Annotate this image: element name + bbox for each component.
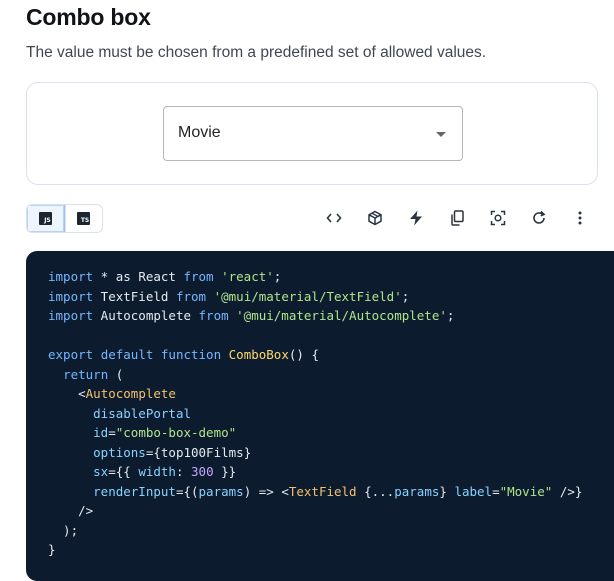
code-token: width xyxy=(138,464,176,479)
code-token: } xyxy=(243,444,252,460)
code-line: <Autocomplete xyxy=(48,384,176,403)
code-token: = xyxy=(108,425,116,440)
code-token: } xyxy=(48,542,56,557)
code-token: * as xyxy=(93,269,139,284)
code-token: return xyxy=(63,366,109,382)
code-line: } xyxy=(48,540,56,559)
language-toggle: JS TS xyxy=(26,204,103,233)
code-token: = xyxy=(492,483,500,499)
code-token: 300 xyxy=(191,464,214,479)
code-token: ; xyxy=(446,308,455,323)
code-token: label xyxy=(454,483,493,499)
code-token: } xyxy=(439,483,455,499)
js-toggle-button[interactable]: JS xyxy=(27,205,65,232)
code-token: from xyxy=(198,308,229,323)
code-token: ={ xyxy=(145,444,161,460)
code-token: /> xyxy=(48,503,94,518)
code-line: id="combo-box-demo" xyxy=(48,423,236,442)
code-token: '@mui/material/TextField' xyxy=(213,288,402,304)
code-token: disablePortal xyxy=(93,405,191,421)
reset-icon[interactable] xyxy=(529,208,549,228)
code-token: default xyxy=(100,347,154,362)
code-token: }} xyxy=(213,464,237,479)
code-token: options xyxy=(93,444,146,460)
code-token: 'react' xyxy=(221,269,274,284)
stackblitz-icon[interactable] xyxy=(406,208,426,228)
code-line: options={top100Films} xyxy=(48,443,251,462)
code-token: React xyxy=(138,269,176,284)
code-icon[interactable] xyxy=(324,208,344,228)
code-line: export default function ComboBox() { xyxy=(48,345,319,364)
javascript-icon: JS xyxy=(38,212,52,225)
code-token: export xyxy=(48,347,94,362)
code-line: import Autocomplete from '@mui/material/… xyxy=(48,306,454,325)
code-token: ) => < xyxy=(243,483,289,499)
code-token: : xyxy=(175,464,192,479)
code-token: ); xyxy=(48,522,79,538)
code-token: TextField xyxy=(93,288,176,304)
typescript-icon: TS xyxy=(77,212,91,225)
focus-icon[interactable] xyxy=(488,208,508,228)
code-token: function xyxy=(160,347,222,362)
code-line: import TextField from '@mui/material/Tex… xyxy=(48,287,409,306)
code-token: ; xyxy=(401,288,410,304)
code-token: params xyxy=(198,483,244,499)
code-line: disablePortal xyxy=(48,404,191,423)
code-line: /> xyxy=(48,501,93,520)
code-token: "combo-box-demo" xyxy=(115,425,237,440)
page-title: Combo box xyxy=(26,4,151,30)
code-line: import * as React from 'react'; xyxy=(48,267,281,286)
code-token: ; xyxy=(273,269,282,284)
js-label: JS xyxy=(44,217,51,224)
code-token: ={( xyxy=(175,483,199,499)
code-token: Autocomplete xyxy=(93,308,199,323)
code-token: '@mui/material/Autocomplete' xyxy=(236,308,447,323)
code-line: renderInput={(params) => <TextField {...… xyxy=(48,482,582,501)
code-token: "Movie" xyxy=(499,483,553,499)
code-token: id xyxy=(93,425,109,440)
code-token: from xyxy=(175,269,222,284)
code-token: sx xyxy=(93,464,109,479)
code-token: {... xyxy=(356,483,395,499)
code-token: import xyxy=(48,308,94,323)
code-token: from xyxy=(175,288,207,304)
more-icon[interactable] xyxy=(570,208,590,228)
code-token: import xyxy=(48,269,94,284)
code-token: < xyxy=(48,386,86,401)
ts-toggle-button[interactable]: TS xyxy=(64,205,103,232)
code-line: return ( xyxy=(48,365,123,384)
combo-box[interactable]: Movie xyxy=(163,106,463,161)
code-token: ( xyxy=(108,366,124,382)
code-line: ); xyxy=(48,521,78,540)
code-token: params xyxy=(394,483,440,499)
code-token: () { xyxy=(288,347,319,362)
code-block: import * as React from 'react'; import Te… xyxy=(26,251,614,581)
copy-icon[interactable] xyxy=(447,208,467,228)
code-token: TextField xyxy=(288,483,357,499)
code-token: />} xyxy=(552,483,583,499)
code-token: ComboBox xyxy=(228,347,289,362)
code-token: ={{ xyxy=(108,464,139,479)
combo-value: Movie xyxy=(178,124,221,141)
code-token: Autocomplete xyxy=(85,386,176,401)
code-token: renderInput xyxy=(93,483,176,499)
dropdown-arrow-icon[interactable] xyxy=(436,132,446,137)
code-token: import xyxy=(48,288,94,304)
sandbox-icon[interactable] xyxy=(365,208,385,228)
ts-label: TS xyxy=(80,217,90,224)
code-token: top100Films xyxy=(160,444,244,460)
page-subtitle: The value must be chosen from a predefin… xyxy=(26,44,487,61)
code-line: sx={{ width: 300 }} xyxy=(48,462,236,481)
